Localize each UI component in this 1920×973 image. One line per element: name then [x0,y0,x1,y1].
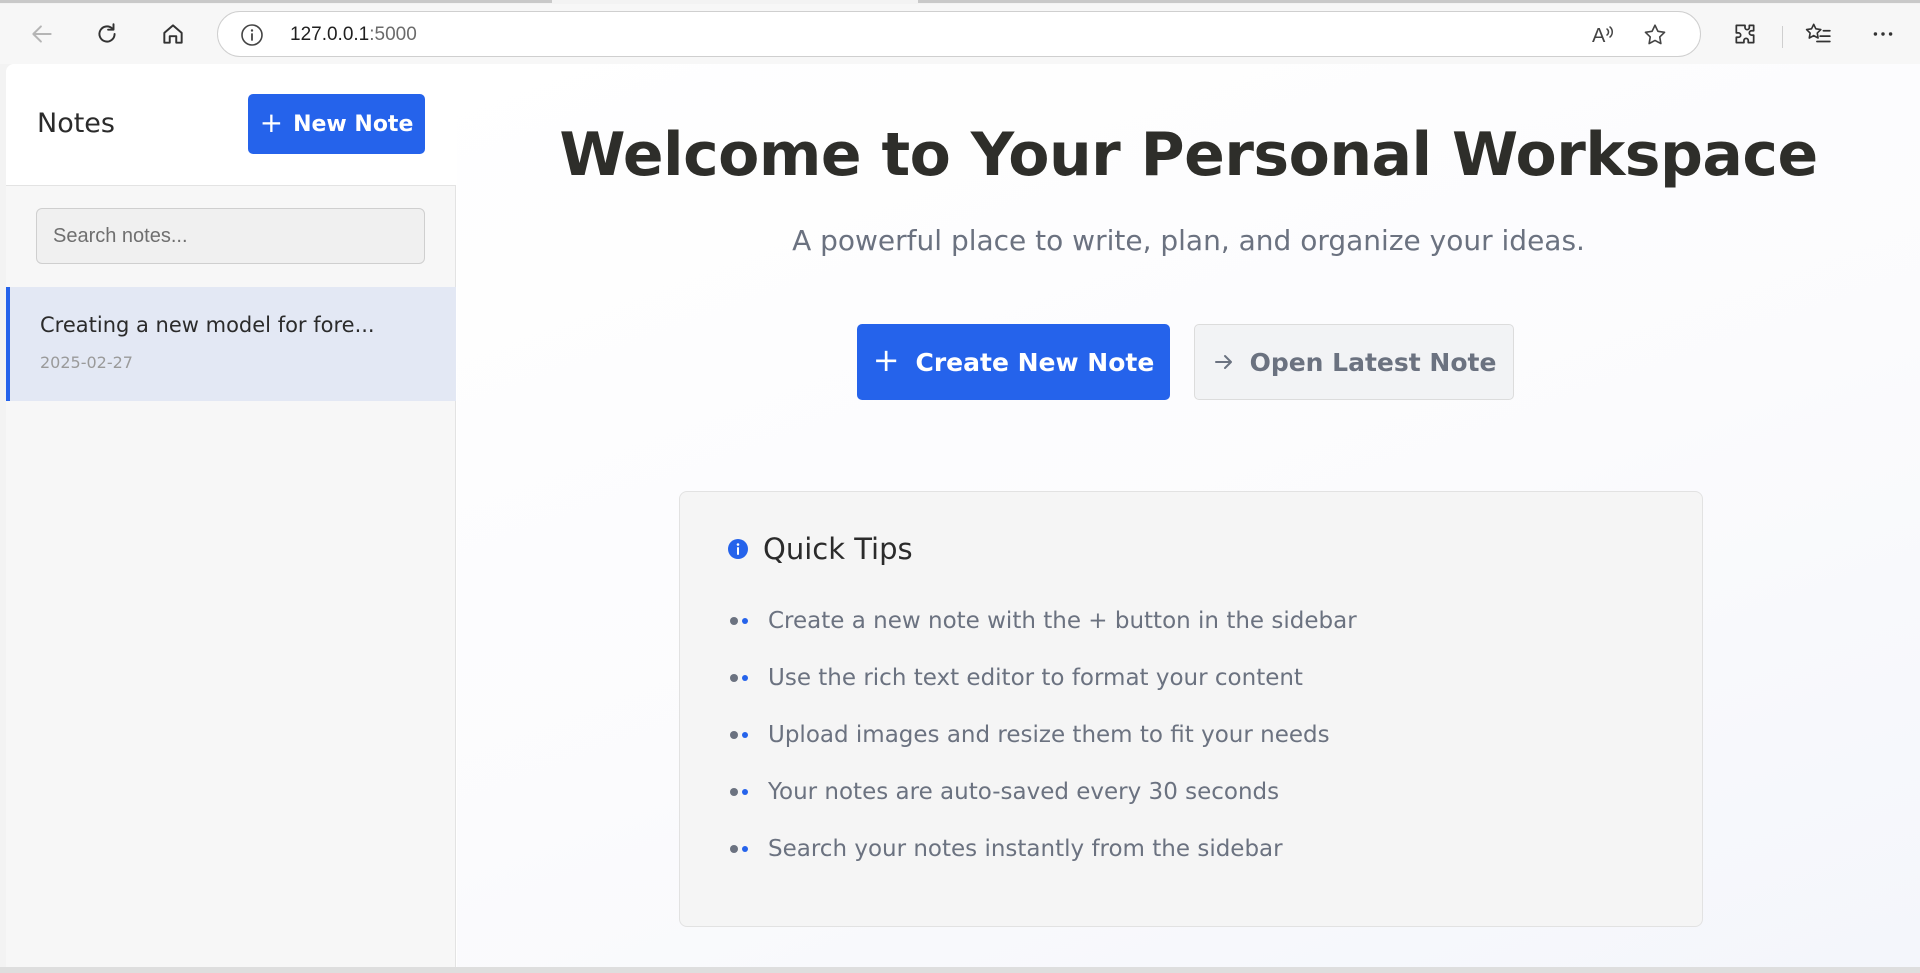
toolbar-divider [1782,26,1783,48]
tip-text: Upload images and resize them to fit you… [768,722,1330,748]
new-note-label: New Note [293,111,414,137]
favorites-list-icon [1805,23,1831,43]
bullet-icon [730,845,768,853]
bullet-icon [730,788,768,796]
arrow-left-icon [32,25,52,43]
info-circle-icon [728,539,748,559]
main-content: Welcome to Your Personal Workspace A pow… [457,64,1920,967]
create-new-note-button[interactable]: + Create New Note [857,324,1170,400]
tip-item: Use the rich text editor to format your … [730,665,1303,691]
favorites-button[interactable] [1800,16,1836,52]
bullet-icon [730,617,768,625]
home-button[interactable] [155,16,191,52]
quick-tips-panel: Quick Tips Create a new note with the + … [679,491,1703,927]
extensions-button[interactable] [1727,16,1763,52]
sidebar-header: Notes + New Note [6,64,456,186]
note-date: 2025-02-27 [40,353,133,372]
plus-icon: + [872,341,900,379]
refresh-icon [98,23,116,43]
url-text[interactable]: 127.0.0.1:5000 [290,24,417,46]
tab-indicator [0,0,552,3]
star-icon[interactable] [1642,22,1668,48]
puzzle-icon [1735,24,1755,44]
tip-item: Your notes are auto-saved every 30 secon… [730,779,1279,805]
address-bar[interactable]: 127.0.0.1:5000 A [217,11,1701,57]
create-new-note-label: Create New Note [915,347,1155,377]
browser-toolbar: 127.0.0.1:5000 A [0,4,1920,64]
svg-text:A: A [1592,25,1606,47]
back-button[interactable] [24,16,60,52]
more-dots-icon [1873,32,1893,36]
page-title: Welcome to Your Personal Workspace [559,120,1818,190]
search-input[interactable] [36,208,425,264]
page-subtitle: A powerful place to write, plan, and org… [792,224,1585,257]
tip-text: Your notes are auto-saved every 30 secon… [768,779,1280,805]
tip-text: Use the rich text editor to format your … [768,665,1303,691]
app-window: Notes + New Note Creating a new model fo… [6,64,1920,967]
refresh-button[interactable] [89,16,125,52]
bullet-icon [730,674,768,682]
tip-item: Search your notes instantly from the sid… [730,836,1283,862]
note-list-item[interactable]: Creating a new model for fore... 2025-02… [6,287,456,401]
note-title: Creating a new model for fore... [40,313,375,337]
home-icon [163,24,183,44]
sidebar: Notes + New Note Creating a new model fo… [6,64,456,967]
more-menu-button[interactable] [1865,16,1901,52]
info-icon[interactable] [240,23,264,47]
tip-item: Create a new note with the + button in t… [730,608,1357,634]
quick-tips-header: Quick Tips [727,532,913,566]
tip-item: Upload images and resize them to fit you… [730,722,1330,748]
window-bottom-edge [0,967,1920,973]
open-latest-note-label: Open Latest Note [1249,347,1497,377]
sidebar-title: Notes [37,108,115,139]
read-aloud-icon[interactable]: A [1590,23,1618,47]
tab-indicator [918,0,1920,3]
open-latest-note-button[interactable]: Open Latest Note [1194,324,1514,400]
bullet-icon [730,731,768,739]
arrow-right-icon [1214,355,1232,369]
tip-text: Create a new note with the + button in t… [768,608,1357,634]
new-note-button[interactable]: + New Note [248,94,425,154]
plus-icon: + [259,105,284,139]
quick-tips-title: Quick Tips [763,532,913,566]
tip-text: Search your notes instantly from the sid… [768,836,1283,862]
